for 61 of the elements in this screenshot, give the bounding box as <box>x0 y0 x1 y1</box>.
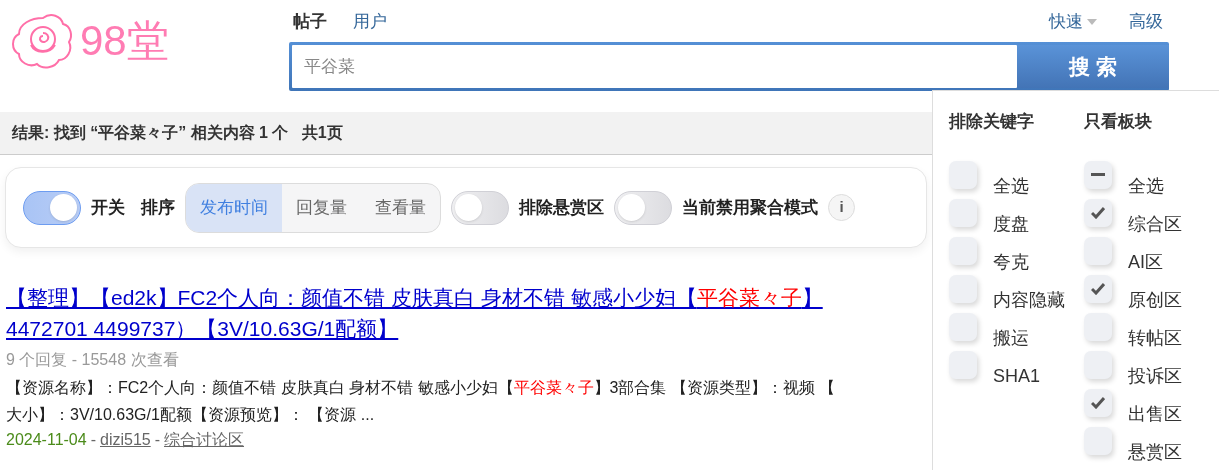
checkbox-label: 夸克 <box>993 251 1029 273</box>
result-excerpt: 【资源名称】：FC2个人向：颜值不错 皮肤真白 身材不错 敏感小少妇【平谷菜々子】3部合集 【资源类型】：视频 【 大小】：3V/10.63G/1配额【资源预览】： 【资源 ... <box>6 378 837 425</box>
separator: - <box>90 430 96 450</box>
checkbox[interactable] <box>949 237 977 265</box>
checkbox[interactable] <box>1084 161 1112 189</box>
checkbox-label: 全选 <box>1128 175 1164 197</box>
logo-text: 98堂 <box>80 20 169 62</box>
checkbox[interactable] <box>1084 389 1112 417</box>
checkbox-label: 原创区 <box>1128 289 1182 311</box>
checkmark-icon <box>1091 283 1105 295</box>
checkbox-label: 悬赏区 <box>1128 441 1182 463</box>
forum-link[interactable]: 综合讨论区 <box>164 428 244 452</box>
author-link[interactable]: dizi515 <box>100 428 151 452</box>
checkbox-label: 全选 <box>993 175 1029 197</box>
checkbox-label: AI区 <box>1128 251 1163 273</box>
checkmark-icon <box>1091 397 1105 409</box>
checkbox[interactable] <box>1084 351 1112 379</box>
search-link[interactable]: 高级 <box>1129 9 1163 35</box>
toggle-switch[interactable] <box>614 190 672 225</box>
search-link[interactable]: 快速 <box>1049 9 1097 35</box>
info-button[interactable]: i <box>828 194 855 221</box>
checkbox-label: 转帖区 <box>1128 327 1182 349</box>
search-button[interactable]: 搜 索 <box>1017 45 1169 88</box>
checkbox[interactable] <box>949 275 977 303</box>
toggle-label: 排除悬赏区 <box>519 196 604 219</box>
checkbox-label: 搬运 <box>993 327 1029 349</box>
sort-option[interactable]: 查看量 <box>361 183 440 232</box>
checkbox-label: 综合区 <box>1128 213 1182 235</box>
sort-label: 排序 <box>141 196 175 219</box>
toggle-switch[interactable] <box>23 190 81 225</box>
checkbox-label: 出售区 <box>1128 403 1182 425</box>
checkbox-label: SHA1 <box>993 365 1041 387</box>
checkbox-label: 投诉区 <box>1128 365 1182 387</box>
panel-heading: 排除关键字 <box>949 111 1035 133</box>
checkbox[interactable] <box>1084 199 1112 227</box>
checkbox[interactable] <box>1084 313 1112 341</box>
checkbox[interactable] <box>1084 275 1112 303</box>
sort-option[interactable]: 回复量 <box>282 183 361 232</box>
toggle-label: 当前禁用聚合模式 <box>682 196 818 219</box>
toggle-switch[interactable] <box>451 190 509 225</box>
search-tab[interactable]: 用户 <box>353 9 387 35</box>
checkbox-label: 度盘 <box>993 213 1029 235</box>
rose-logo-icon <box>12 12 74 70</box>
panel-heading: 只看板块 <box>1084 111 1153 133</box>
checkbox[interactable] <box>949 161 977 189</box>
checkbox[interactable] <box>949 313 977 341</box>
post-date: 2024-11-04 <box>6 430 87 450</box>
checkbox[interactable] <box>1084 237 1112 265</box>
minus-icon <box>1091 173 1105 177</box>
checkbox-label: 内容隐藏 <box>993 289 1065 311</box>
checkbox[interactable] <box>949 351 977 379</box>
separator: - <box>154 430 160 450</box>
switch-label: 开关 <box>91 196 125 219</box>
result-meta: 9 个回复 - 15548 次查看 <box>6 350 180 370</box>
search-field[interactable]: 平谷菜 <box>292 45 1017 88</box>
checkbox[interactable] <box>949 199 977 227</box>
checkmark-icon <box>1091 207 1105 219</box>
checkbox[interactable] <box>1084 427 1112 455</box>
sort-option[interactable]: 发布时间 <box>186 183 282 232</box>
search-tab[interactable]: 帖子 <box>293 9 327 35</box>
result-summary: 结果: 找到 “平谷菜々子” 相关内容 1 个 共1页 <box>0 112 932 155</box>
